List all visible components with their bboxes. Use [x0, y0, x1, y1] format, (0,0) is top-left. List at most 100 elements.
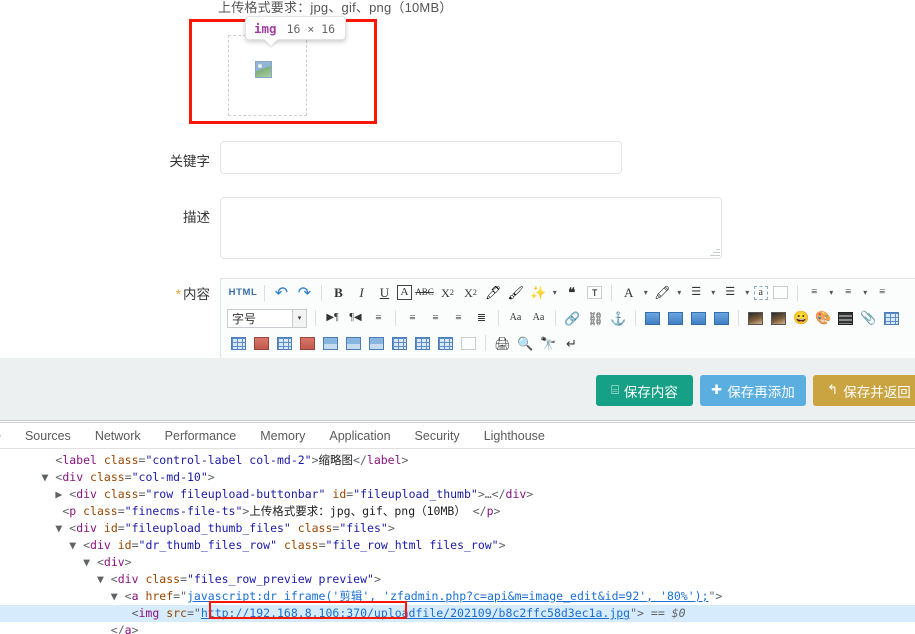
dom-node-line[interactable]: ▼ <div id="fileupload_thumb_files" class… [0, 520, 915, 537]
dom-node-line[interactable]: <label class="control-label col-md-2">缩略… [0, 452, 915, 469]
save-and-return-button[interactable]: ↰ 保存并返回 [813, 375, 915, 406]
chevron-down-icon[interactable]: ▾ [709, 283, 718, 303]
emoji-icon[interactable]: 😀 [793, 310, 809, 326]
strikethrough-icon[interactable]: ABC [414, 283, 435, 303]
remove-format-icon[interactable]: a [753, 285, 768, 300]
devtools-tab-memory[interactable]: Memory [248, 423, 317, 448]
image-icon[interactable] [748, 311, 763, 325]
insert-row-icon[interactable] [346, 336, 361, 350]
table-cols-icon[interactable] [438, 336, 453, 350]
align-right-icon[interactable]: ≡ [448, 308, 469, 328]
paragraph-spacing-icon[interactable]: ≡ [838, 283, 859, 303]
underline-icon[interactable]: U [374, 283, 395, 303]
font-size-select[interactable]: 字号 ▾ [227, 308, 307, 328]
dom-node-line[interactable]: ▼ <a href="javascript:dr_iframe('剪辑', 'z… [0, 588, 915, 605]
devtools-tab-performance[interactable]: Performance [153, 423, 249, 448]
thumbnail-dropzone[interactable] [228, 35, 307, 116]
undo-icon[interactable]: ↶ [271, 283, 292, 303]
align-center-icon[interactable]: ≡ [425, 308, 446, 328]
line-height-icon[interactable]: ≡ [804, 283, 825, 303]
increase-font-icon[interactable]: Aa [505, 308, 526, 328]
chevron-down-icon[interactable]: ▾ [675, 283, 684, 303]
anchor-icon[interactable]: ⚓ [608, 308, 629, 328]
indent-icon[interactable]: ≡ [368, 308, 389, 328]
decrease-font-icon[interactable]: Aa [528, 308, 549, 328]
devtools-tab-lighthouse[interactable]: Lighthouse [472, 423, 557, 448]
devtools-tab-application[interactable]: Application [317, 423, 402, 448]
insert-col-icon[interactable] [369, 336, 384, 350]
expand-triangle-down-icon[interactable]: ▼ [97, 572, 111, 586]
indent-spacing-icon[interactable]: ≡ [872, 283, 893, 303]
bg-color-icon[interactable]: 🖍 [654, 285, 671, 301]
wrap-center-icon[interactable] [714, 311, 729, 325]
wrap-left-icon[interactable] [645, 311, 660, 325]
italic-icon[interactable]: I [351, 283, 372, 303]
rtl-icon[interactable]: ¶◀ [345, 308, 366, 328]
dom-node-line[interactable]: </a> [0, 622, 915, 634]
dom-node-line[interactable]: ▼ <div class="files_row_preview preview"… [0, 571, 915, 588]
expand-triangle-down-icon[interactable]: ▼ [42, 470, 56, 484]
magic-wand-icon[interactable]: ✨ [530, 285, 546, 301]
unlink-icon[interactable]: ⛓ [585, 308, 606, 328]
line-break-icon[interactable]: ↵ [561, 333, 582, 353]
palette-icon[interactable]: 🎨 [815, 310, 831, 326]
ordered-list-icon[interactable]: ☰ [686, 283, 707, 303]
preview-icon[interactable]: 🔍 [515, 333, 536, 353]
print-icon[interactable]: 🖨 [492, 333, 513, 353]
font-box-icon[interactable]: A [397, 285, 412, 300]
multi-image-icon[interactable] [771, 311, 786, 325]
unordered-list-icon[interactable]: ☰ [720, 283, 741, 303]
devtools-tab-network[interactable]: Network [83, 423, 153, 448]
expand-triangle-right-icon[interactable]: ▶ [55, 487, 69, 501]
devtools-tab-sources[interactable]: Sources [13, 423, 83, 448]
delete-table-icon[interactable] [300, 336, 315, 350]
quote-icon[interactable]: ❝ [561, 283, 582, 303]
ltr-icon[interactable]: ▶¶ [322, 308, 343, 328]
dom-node-line[interactable]: ▼ <div class="col-md-10"> [0, 469, 915, 486]
dom-node-line[interactable]: ▼ <div> [0, 554, 915, 571]
paste-text-icon[interactable]: T [587, 286, 603, 299]
superscript-icon[interactable]: X2 [437, 283, 458, 303]
chevron-down-icon[interactable]: ▾ [550, 283, 559, 303]
description-textarea[interactable] [220, 197, 722, 259]
dom-node-line[interactable]: <img src="http://192.168.8.106:370/uploa… [0, 605, 915, 622]
merge-cells-icon[interactable] [254, 336, 269, 350]
html-source-button[interactable]: HTML [228, 283, 258, 303]
text-color-icon[interactable]: A [618, 283, 639, 303]
subscript-icon[interactable]: X2 [460, 283, 481, 303]
bold-icon[interactable]: B [328, 283, 349, 303]
insert-table-icon[interactable] [231, 336, 246, 350]
expand-triangle-down-icon[interactable]: ▼ [55, 521, 69, 535]
page-icon[interactable] [461, 336, 476, 350]
split-cells-icon[interactable] [277, 336, 292, 350]
dom-node-line[interactable]: ▶ <div class="row fileupload-buttonbar" … [0, 486, 915, 503]
chevron-down-icon[interactable]: ▾ [641, 283, 650, 303]
wrap-right-icon[interactable] [668, 311, 683, 325]
dom-node-line[interactable]: <p class="finecms-file-ts">上传格式要求：jpg、gi… [0, 503, 915, 520]
save-and-add-button[interactable]: ✚ 保存再添加 [700, 375, 806, 406]
redo-icon[interactable]: ↷ [294, 283, 315, 303]
chevron-down-icon[interactable]: ▾ [861, 283, 870, 303]
devtools-tab-security[interactable]: Security [403, 423, 472, 448]
search-replace-icon[interactable]: 🔭 [538, 333, 559, 353]
expand-triangle-down-icon[interactable]: ▼ [69, 538, 83, 552]
expand-triangle-down-icon[interactable]: ▼ [111, 589, 125, 603]
wrap-none-icon[interactable] [691, 311, 706, 325]
align-justify-icon[interactable]: ≣ [471, 308, 492, 328]
attachment-icon[interactable]: 📎 [860, 310, 876, 326]
save-content-button[interactable]: ⌸ 保存内容 [596, 375, 693, 406]
table-grid-icon[interactable] [392, 336, 407, 350]
eraser-icon[interactable]: 🖊 [485, 285, 502, 301]
gallery-icon[interactable] [883, 311, 899, 325]
table-props-icon[interactable] [323, 336, 338, 350]
link-icon[interactable]: 🔗 [562, 308, 583, 328]
chevron-down-icon[interactable]: ▾ [743, 283, 752, 303]
devtools-elements-tree[interactable]: <label class="control-label col-md-2">缩略… [0, 449, 915, 634]
page-break-icon[interactable] [772, 286, 788, 299]
chevron-down-icon[interactable]: ▾ [827, 283, 836, 303]
dom-node-line[interactable]: ▼ <div id="dr_thumb_files_row" class="fi… [0, 537, 915, 554]
table-rows-icon[interactable] [415, 336, 430, 350]
align-left-icon[interactable]: ≡ [402, 308, 423, 328]
devtools-tab-e[interactable]: e [0, 423, 13, 448]
expand-triangle-down-icon[interactable]: ▼ [83, 555, 97, 569]
